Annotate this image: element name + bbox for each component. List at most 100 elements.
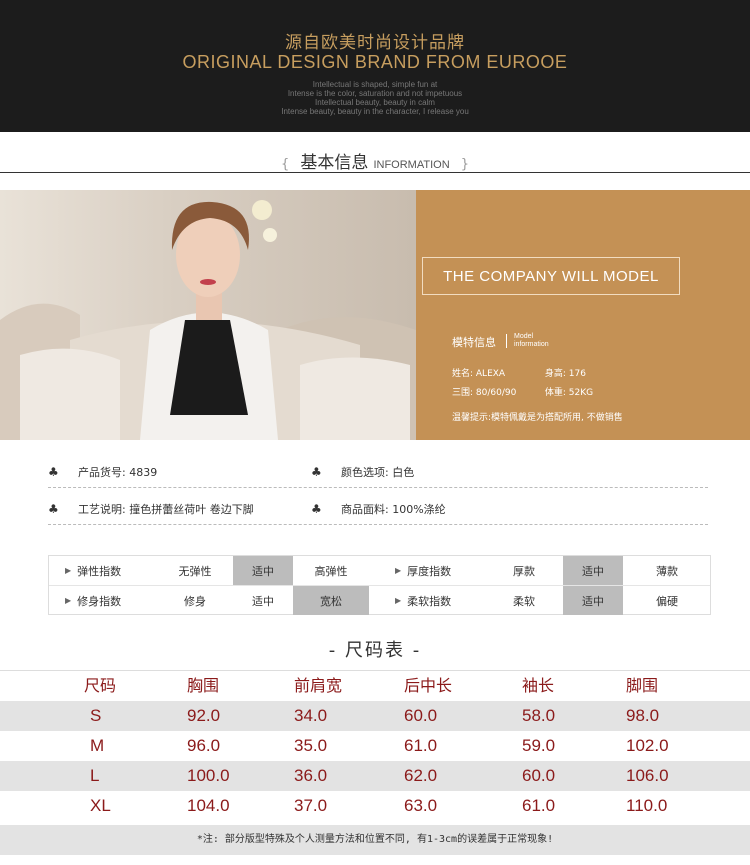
size-header-cell: 袖长 (522, 676, 555, 695)
size-cell: 100.0 (187, 766, 230, 785)
size-cell: 61.0 (522, 796, 556, 815)
attr-option: 适中 (563, 586, 623, 615)
model-measurements: 三围: 80/60/90 (452, 388, 517, 398)
size-cell: 35.0 (294, 736, 328, 755)
dashed-divider (48, 487, 708, 488)
triangle-right-icon: ▶ (395, 566, 402, 575)
model-row-1: 姓名: ALEXA 身高: 176 (452, 366, 586, 379)
clover-icon: ♣ (48, 502, 59, 516)
model-photo (0, 190, 416, 440)
product-item-no: ♣ 产品货号: 4839 (48, 464, 157, 480)
size-cell: 102.0 (626, 736, 669, 755)
size-cell: 98.0 (626, 706, 660, 725)
triangle-right-icon: ▶ (395, 596, 402, 605)
banner-title-en: ORIGINAL DESIGN BRAND FROM EUROOE (182, 52, 568, 72)
size-header-cell: 前肩宽 (294, 676, 343, 695)
brace-right: } (460, 157, 470, 172)
attr-label-text: 弹性指数 (77, 564, 122, 578)
product-craft-text: 工艺说明: 撞色拼蕾丝荷叶 卷边下脚 (78, 503, 254, 516)
attr-label-text: 柔软指数 (407, 594, 452, 608)
size-cell: 104.0 (187, 796, 230, 815)
size-header-cell: 尺码 (84, 676, 117, 695)
table-row: S 92.0 34.0 60.0 58.0 98.0 (0, 701, 750, 731)
size-table: 尺码 胸围 前肩宽 后中长 袖长 脚围 S 92.0 34.0 60.0 58.… (0, 671, 750, 821)
size-cell: 60.0 (522, 766, 556, 785)
size-cell: XL (90, 796, 111, 815)
size-cell: 106.0 (626, 766, 669, 785)
size-cell: 96.0 (187, 736, 221, 755)
clover-icon: ♣ (311, 465, 322, 479)
model-info-label: 模特信息 (452, 336, 496, 349)
attr-label: ▶ 厚度指数 (379, 556, 485, 585)
product-color: ♣ 颜色选项: 白色 (311, 464, 414, 480)
size-cell: 62.0 (404, 766, 438, 785)
product-item-no-text: 产品货号: 4839 (78, 466, 158, 479)
attr-option: 适中 (563, 556, 623, 585)
attr-label-text: 修身指数 (77, 594, 122, 608)
section-title-en: INFORMATION (373, 159, 450, 171)
attribute-grid: ▶ 弹性指数 无弹性 适中 高弹性 ▶ 厚度指数 厚款 适中 薄款 ▶ 修身指数 修身… (48, 555, 711, 615)
model-panel-title: THE COMPANY WILL MODEL (422, 257, 680, 295)
size-cell: 36.0 (294, 766, 328, 785)
product-fabric-text: 商品面料: 100%涤纶 (341, 503, 446, 516)
size-cell: 92.0 (187, 706, 221, 725)
size-cell: 63.0 (404, 796, 438, 815)
size-header-cell: 后中长 (404, 676, 453, 695)
model-weight: 体重: 52KG (544, 388, 594, 398)
size-cell: L (90, 766, 100, 785)
model-info-separator (506, 334, 507, 348)
attr-option: 薄款 (656, 564, 678, 578)
size-header-cell: 脚围 (626, 676, 659, 695)
size-table-header: 尺码 胸围 前肩宽 后中长 袖长 脚围 (0, 671, 750, 701)
size-cell: 59.0 (522, 736, 556, 755)
size-cell: 37.0 (294, 796, 328, 815)
attribute-row: ▶ 修身指数 修身 适中 宽松 ▶ 柔软指数 柔软 适中 偏硬 (49, 586, 710, 616)
brand-banner: 源自欧美时尚设计品牌 ORIGINAL DESIGN BRAND FROM EU… (0, 0, 750, 132)
model-info-en-line: information (514, 341, 549, 348)
clover-icon: ♣ (48, 465, 59, 479)
product-color-text: 颜色选项: 白色 (341, 466, 415, 479)
table-row: XL 104.0 37.0 63.0 61.0 110.0 (0, 791, 750, 821)
product-fabric: ♣ 商品面料: 100%涤纶 (311, 501, 446, 517)
triangle-right-icon: ▶ (65, 566, 72, 575)
attr-label-text: 厚度指数 (407, 564, 452, 578)
model-row-2: 三围: 80/60/90 体重: 52KG (452, 385, 593, 398)
product-info-row-1: ♣ 产品货号: 4839 ♣ 颜色选项: 白色 (48, 464, 708, 488)
model-info-panel: THE COMPANY WILL MODEL 模特信息 Model inform… (416, 190, 750, 440)
product-craft: ♣ 工艺说明: 撞色拼蕾丝荷叶 卷边下脚 (48, 501, 254, 517)
size-cell: S (90, 706, 102, 725)
size-cell: 34.0 (294, 706, 328, 725)
size-note: *注: 部分版型特殊及个人测量方法和位置不同, 有1-3cm的误差属于正常现象! (0, 825, 750, 855)
attr-option: 高弹性 (314, 564, 348, 578)
banner-line: Intense beauty, beauty in the character,… (281, 107, 469, 116)
attr-option: 修身 (184, 594, 206, 608)
size-cell: 58.0 (522, 706, 556, 725)
attr-option: 宽松 (293, 586, 369, 615)
size-chart-title: - 尺码表 - (328, 640, 422, 661)
table-row: L 100.0 36.0 62.0 60.0 106.0 (0, 761, 750, 791)
product-info-row-2: ♣ 工艺说明: 撞色拼蕾丝荷叶 卷边下脚 ♣ 商品面料: 100%涤纶 (48, 501, 708, 525)
attr-label: ▶ 修身指数 (49, 586, 157, 615)
attr-option: 偏硬 (656, 594, 678, 608)
model-info-en-line: Model (514, 333, 534, 340)
brace-left: { (280, 157, 290, 172)
clover-icon: ♣ (311, 502, 322, 516)
dashed-divider (48, 524, 708, 525)
size-cell: M (90, 736, 105, 755)
attr-option: 厚款 (513, 564, 535, 578)
attr-option: 无弹性 (178, 564, 212, 578)
size-cell: 110.0 (626, 796, 668, 815)
attr-option: 柔软 (513, 594, 535, 608)
section-divider (0, 172, 750, 173)
attr-option: 适中 (233, 556, 293, 585)
model-illustration (0, 200, 416, 440)
model-info-en: Model information (514, 333, 549, 349)
model-tip: 温馨提示:模特佩戴是为搭配所用, 不做销售 (452, 413, 623, 423)
table-row: M 96.0 35.0 61.0 59.0 102.0 (0, 731, 750, 761)
banner-title-zh: 源自欧美时尚设计品牌 (285, 33, 465, 53)
section-heading: { 基本信息 INFORMATION } (0, 148, 750, 173)
model-name: 姓名: ALEXA (452, 369, 506, 379)
size-header-cell: 胸围 (187, 676, 220, 695)
section-title-zh: 基本信息 (300, 153, 369, 173)
attr-label: ▶ 柔软指数 (379, 586, 485, 615)
